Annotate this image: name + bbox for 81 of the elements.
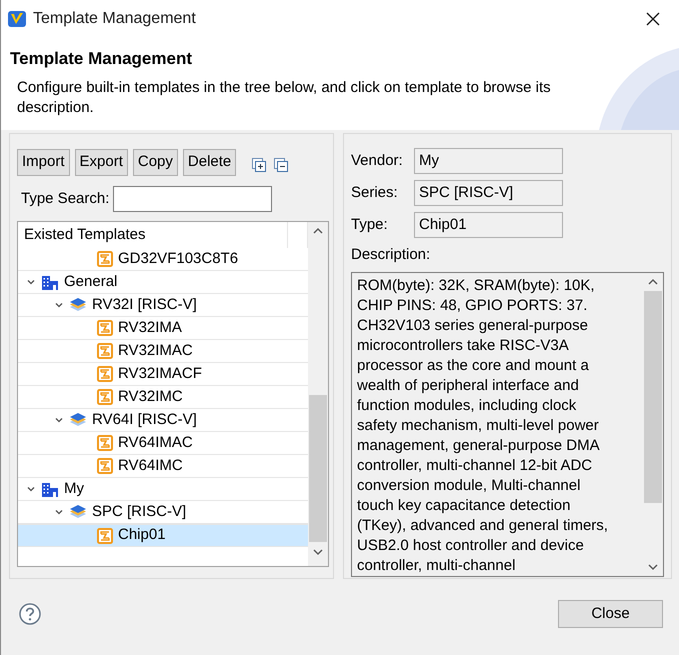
template-icon [97,458,113,474]
description-line: controller, multi-channel [357,556,516,576]
description-label: Description: [351,245,432,265]
tree-item-label: RV32I [RISC-V] [92,294,197,315]
tree-item-label: GD32VF103C8T6 [118,248,238,269]
tree-item-label: RV64I [RISC-V] [92,410,197,430]
tree-scrollbar[interactable] [308,222,328,566]
app-logo-icon [7,9,27,29]
layers-icon [69,504,87,520]
search-field[interactable] [113,186,272,212]
template-icon [97,251,113,267]
description-line: conversion module, Multi-channel [357,476,582,496]
tree-item-label: General [64,272,118,292]
tree-item-label: My [64,478,84,499]
tree-item-label: RV32IMA [118,318,182,338]
field-label: Type: [351,214,389,235]
tree-row[interactable]: GD32VF103C8T6 [18,248,308,271]
field-label: Series: [351,182,399,203]
tree-row[interactable]: Chip01 [18,524,308,547]
description-line: ROM(byte): 32K, SRAM(byte): 10K, [357,276,596,296]
expand-caret-icon[interactable] [54,415,64,425]
description-line: management, general-purpose DMA [357,436,601,456]
field-label: Vendor: [351,150,404,171]
expand-caret-icon[interactable] [26,277,36,287]
tree-row[interactable]: RV32IMACF [18,363,308,386]
tree-row[interactable]: My [18,478,308,501]
expand-caret-icon[interactable] [54,300,64,310]
collapse-all-icon[interactable] [274,158,288,172]
toolbar-button[interactable]: Delete [182,149,236,176]
tree-item-label: RV64IMC [118,456,183,476]
column-header[interactable]: Existed Templates [18,222,288,248]
window-title: Template Management [33,9,196,29]
template-icon [97,343,113,359]
description-line: USB2.0 host controller and device [357,536,585,556]
help-icon[interactable] [19,603,41,625]
building-icon [41,481,59,497]
description-line: controller, multi-channel 12-bit ADC [357,456,594,476]
readonly-field[interactable]: My [414,148,563,174]
description-line: microcontrollers take RISC-V3A [357,336,570,356]
layers-icon [69,297,87,313]
description-line: wealth of peripheral interface and [357,376,580,396]
description-line: CH32V103 series general-purpose [357,316,589,336]
toolbar-button[interactable]: Copy [132,149,178,176]
tree-row[interactable]: General [18,271,308,294]
tree-item-label: Chip01 [118,525,166,546]
building-icon [41,274,59,290]
tree-row[interactable]: RV32IMA [18,317,308,340]
close-button[interactable]: Close [558,600,663,628]
template-icon [97,389,113,405]
tree-item-label: SPC [RISC-V] [92,502,186,522]
tree-row[interactable]: RV64IMC [18,455,308,478]
tree-item-label: RV32IMACF [118,364,202,384]
template-icon [97,320,113,336]
description-line: safety mechanism, multi-level power [357,416,600,436]
readonly-field[interactable]: Chip01 [414,212,563,238]
tree-row[interactable]: RV64I [RISC-V] [18,409,308,432]
header-title: Template Management [10,48,192,70]
template-icon [97,366,113,382]
description-line: (TKey), advanced and general timers, [357,516,609,536]
description-line: processor as the core and mount a [357,356,590,376]
expand-caret-icon[interactable] [54,507,64,517]
toolbar-button[interactable]: Export [74,149,128,176]
tree-item-label: RV32IMAC [118,340,193,361]
layers-icon [69,412,87,428]
toolbar-button[interactable]: Import [17,149,70,176]
tree-item-label: RV64IMAC [118,432,193,453]
expand-all-icon[interactable] [252,158,266,172]
tree-row[interactable]: RV32I [RISC-V] [18,294,308,317]
expand-caret-icon[interactable] [26,484,36,494]
tree-row[interactable]: RV32IMC [18,386,308,409]
tree-row[interactable]: RV32IMAC [18,340,308,363]
tree-item-label: RV32IMC [118,386,183,407]
description-line: function modules, including clock [357,396,578,416]
template-icon [97,435,113,451]
header-description: Configure built-in templates in the tree below, and click on template to browse its description. [17,78,552,118]
tree-row[interactable]: RV64IMAC [18,432,308,455]
description-line: CHIP PINS: 48, GPIO PORTS: 37. [357,296,588,316]
readonly-field[interactable]: SPC [RISC-V] [414,180,563,206]
search-label: Type Search: [21,188,110,209]
description-line: touch key capacitance detection [357,496,572,516]
template-icon [97,528,113,544]
